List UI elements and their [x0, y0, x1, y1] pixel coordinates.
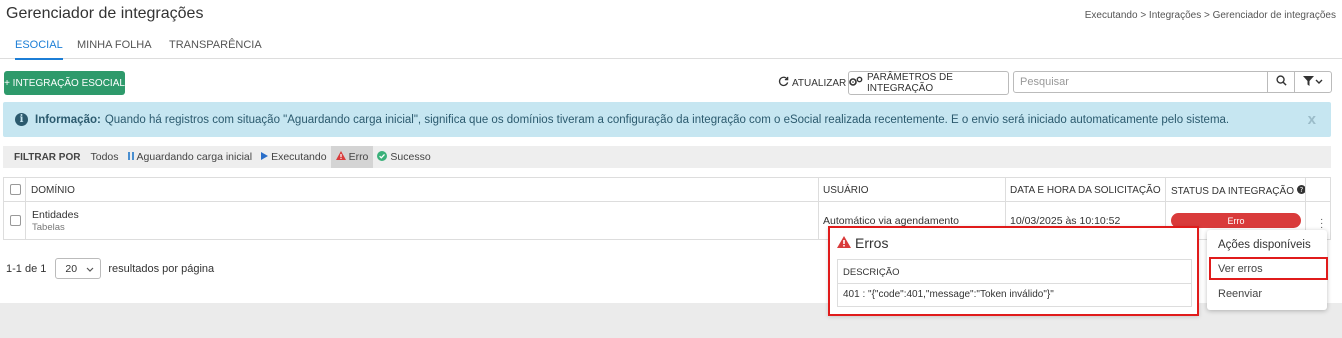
menu-item-reenviar[interactable]: Reenviar	[1218, 288, 1262, 300]
filter-label: FILTRAR POR	[14, 151, 81, 163]
per-page-select[interactable]: 20	[55, 258, 102, 279]
per-page-label: resultados por página	[108, 262, 215, 275]
column-status[interactable]: STATUS DA INTEGRAÇÃO ?	[1171, 185, 1306, 197]
errors-column-description: DESCRIÇÃO	[838, 260, 1191, 284]
search-icon	[1275, 75, 1287, 89]
svg-text:?: ?	[1300, 186, 1304, 194]
chevron-down-icon	[1315, 76, 1323, 88]
filter-option-aguardando[interactable]: Aguardando carga inicial	[127, 146, 253, 168]
integration-params-button[interactable]: PARÂMETROS DE INTEGRAÇÃO	[848, 71, 1009, 95]
filter-option-label: Erro	[348, 151, 369, 163]
refresh-button[interactable]: ATUALIZAR	[778, 76, 846, 90]
per-page-value: 20	[65, 262, 78, 275]
warning-icon	[335, 151, 346, 163]
info-alert: i Informação: Quando há registros com si…	[3, 102, 1331, 137]
tab-minha-folha[interactable]: MINHA FOLHA	[77, 39, 152, 58]
refresh-label: ATUALIZAR	[792, 77, 847, 89]
actions-menu: Ações disponíveis Ver erros Reenviar	[1207, 230, 1328, 310]
integration-params-label: PARÂMETROS DE INTEGRAÇÃO	[867, 72, 953, 94]
tab-transparencia[interactable]: TRANSPARÊNCIA	[169, 39, 262, 58]
menu-item-ver-erros[interactable]: Ver erros	[1218, 263, 1263, 275]
filter-option-executando[interactable]: Executando	[261, 146, 327, 168]
info-title: Informação:	[35, 113, 101, 126]
warning-icon	[837, 235, 851, 251]
column-dominio[interactable]: DOMÍNIO	[31, 185, 75, 196]
tab-esocial[interactable]: ESOCIAL	[15, 39, 63, 60]
filter-dropdown-button[interactable]	[1294, 71, 1332, 93]
info-icon: i	[15, 113, 28, 126]
filter-option-todos[interactable]: Todos	[90, 146, 118, 168]
row-dominio-sub: Tabelas	[32, 222, 65, 233]
pagination-range: 1-1 de 1	[6, 262, 47, 275]
filter-icon	[1303, 75, 1314, 89]
column-usuario[interactable]: USUÁRIO	[823, 185, 869, 196]
pagination: 1-1 de 1 20 resultados por página	[6, 258, 214, 279]
add-integration-label: + INTEGRAÇÃO ESOCIAL	[4, 77, 125, 89]
close-icon[interactable]: x	[1308, 111, 1316, 128]
more-actions-icon[interactable]: · · ·	[1320, 215, 1323, 233]
errors-table: DESCRIÇÃO 401 : "{"code":401,"message":"…	[837, 259, 1192, 307]
play-icon	[261, 151, 269, 163]
gears-icon	[849, 76, 863, 90]
actions-menu-title: Ações disponíveis	[1218, 239, 1311, 251]
error-description: 401 : "{"code":401,"message":"Token invá…	[843, 289, 1054, 300]
filter-option-label: Todos	[90, 151, 119, 163]
divider	[818, 178, 819, 239]
filter-option-erro[interactable]: Erro	[330, 146, 374, 168]
filter-bar: FILTRAR POR Todos Aguardando carga inici…	[3, 146, 1331, 168]
filter-option-sucesso[interactable]: Sucesso	[377, 146, 431, 168]
page-title: Gerenciador de integrações	[6, 5, 204, 22]
filter-option-label: Sucesso	[390, 151, 431, 163]
divider	[25, 178, 26, 239]
select-all-checkbox[interactable]	[10, 184, 21, 195]
breadcrumb[interactable]: Executando > Integrações > Gerenciador d…	[1085, 10, 1336, 21]
search-input[interactable]: Pesquisar	[1013, 71, 1268, 93]
search-button[interactable]	[1267, 71, 1295, 93]
errors-title-text: Erros	[855, 235, 889, 251]
table-header: DOMÍNIO USUÁRIO DATA E HORA DA SOLICITAÇ…	[4, 178, 1330, 202]
row-checkbox[interactable]	[10, 215, 21, 226]
info-text: Quando há registros com situação "Aguard…	[104, 113, 1230, 126]
column-status-label: STATUS DA INTEGRAÇÃO	[1171, 185, 1294, 197]
refresh-icon	[778, 76, 789, 90]
check-circle-icon	[377, 150, 388, 164]
row-dominio: Entidades	[32, 209, 79, 221]
chevron-down-icon	[86, 263, 94, 275]
pause-icon	[127, 151, 134, 163]
filter-option-label: Executando	[271, 151, 327, 163]
errors-title: Erros	[837, 235, 888, 251]
filter-option-label: Aguardando carga inicial	[136, 151, 253, 163]
errors-popover: Erros DESCRIÇÃO 401 : "{"code":401,"mess…	[828, 226, 1199, 316]
tabs-bar: ESOCIAL MINHA FOLHA TRANSPARÊNCIA	[0, 34, 1342, 60]
column-data-hora[interactable]: DATA E HORA DA SOLICITAÇÃO	[1010, 185, 1161, 196]
add-integration-button[interactable]: + INTEGRAÇÃO ESOCIAL	[4, 71, 125, 95]
